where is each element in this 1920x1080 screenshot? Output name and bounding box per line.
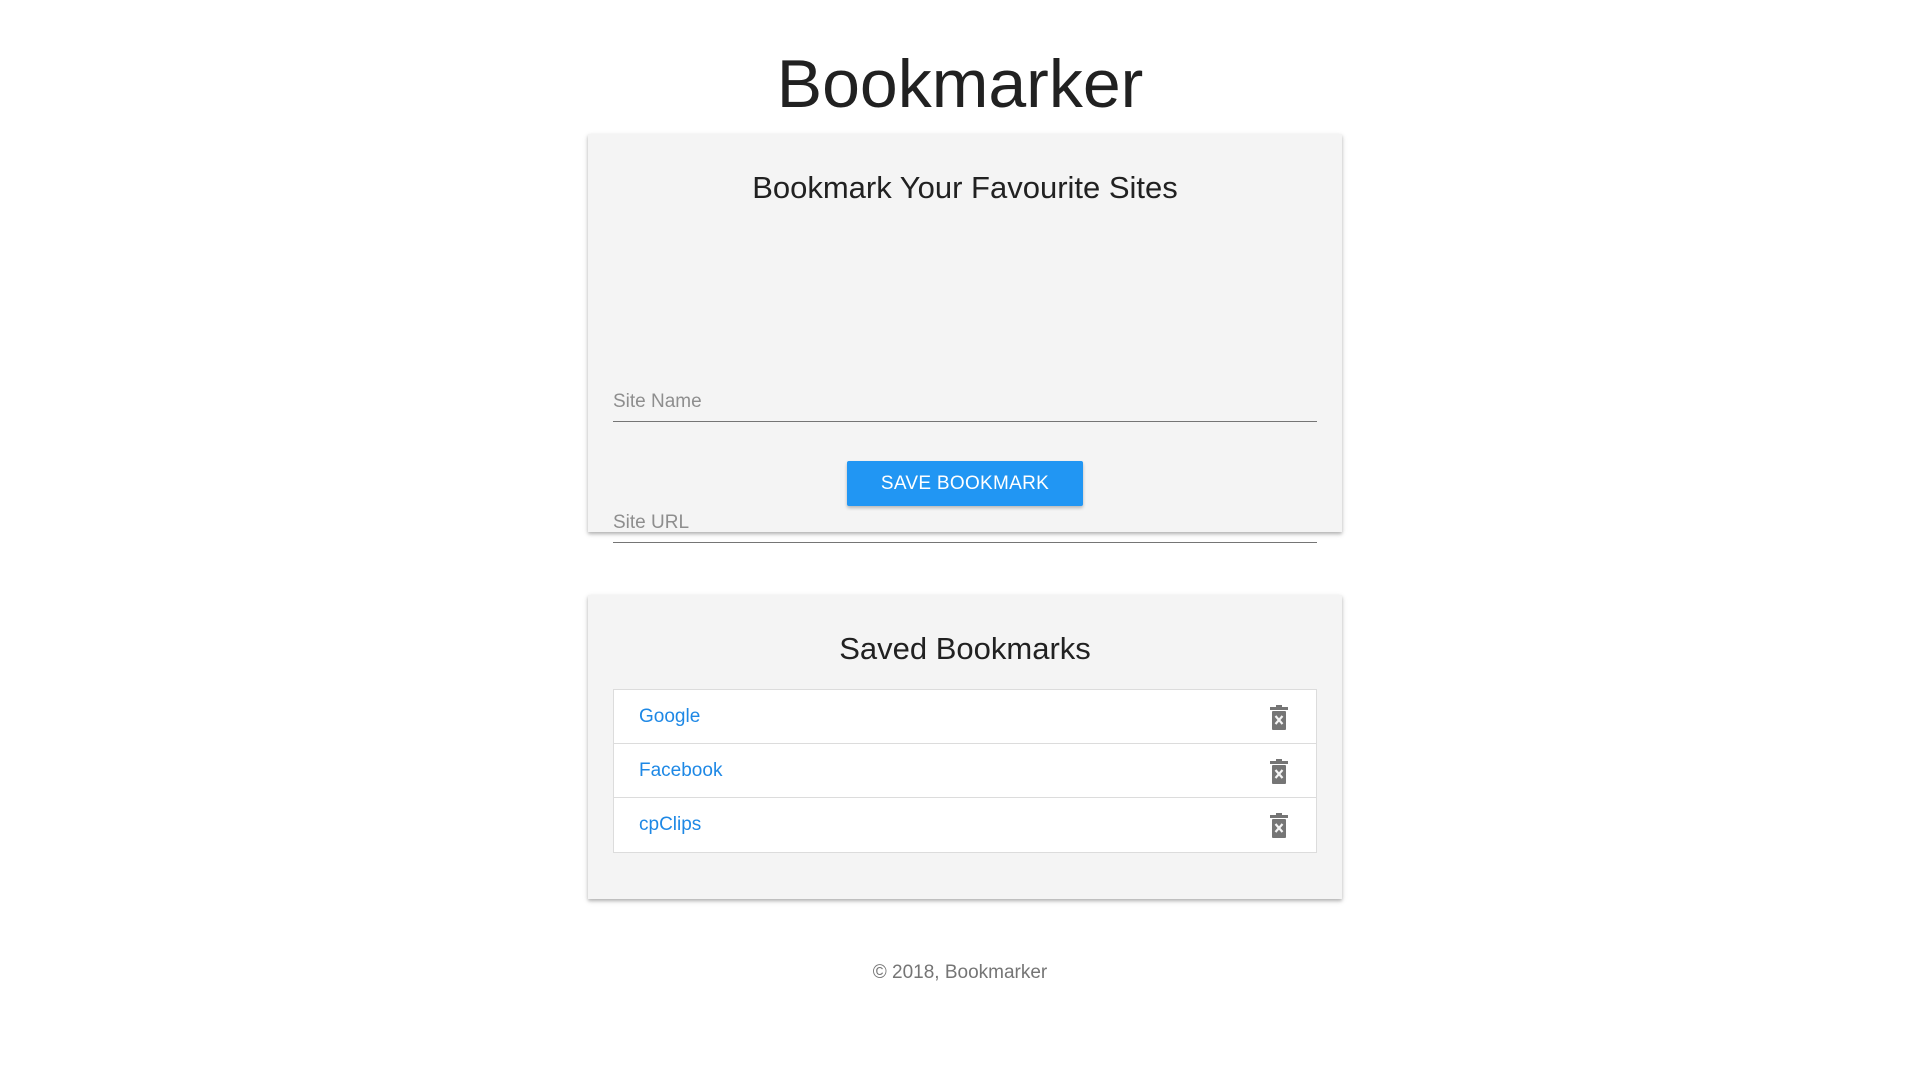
saved-bookmarks-card: Saved Bookmarks Google Facebook cpClips <box>588 595 1342 899</box>
bookmark-link-google[interactable]: Google <box>639 706 700 728</box>
list-card-title: Saved Bookmarks <box>839 631 1091 666</box>
add-bookmark-card: Bookmark Your Favourite Sites Save Bookm… <box>588 134 1342 543</box>
save-bookmark-label: Save Bookmark <box>880 472 1050 494</box>
delete-icon <box>1270 759 1288 784</box>
delete-icon <box>1270 705 1288 730</box>
bookmark-link-facebook[interactable]: Facebook <box>639 760 722 782</box>
list-item: Facebook <box>614 744 1316 798</box>
site-url-input[interactable] <box>613 503 1317 543</box>
delete-icon <box>1270 813 1288 838</box>
footer-copyright: © 2018, Bookmarker <box>872 962 1048 983</box>
bookmark-list: Google Facebook cpClips <box>613 689 1317 853</box>
app-title: Bookmarker <box>776 46 1144 122</box>
save-bookmark-button[interactable]: Save Bookmark <box>847 461 1083 506</box>
site-name-input[interactable] <box>613 382 1317 422</box>
bookmark-link-cpclips[interactable]: cpClips <box>639 814 701 836</box>
list-item: Google <box>614 690 1316 744</box>
delete-button[interactable] <box>1268 705 1290 731</box>
form-card-title: Bookmark Your Favourite Sites <box>752 170 1178 205</box>
list-item: cpClips <box>614 798 1316 852</box>
delete-button[interactable] <box>1268 759 1290 785</box>
delete-button[interactable] <box>1268 813 1290 839</box>
